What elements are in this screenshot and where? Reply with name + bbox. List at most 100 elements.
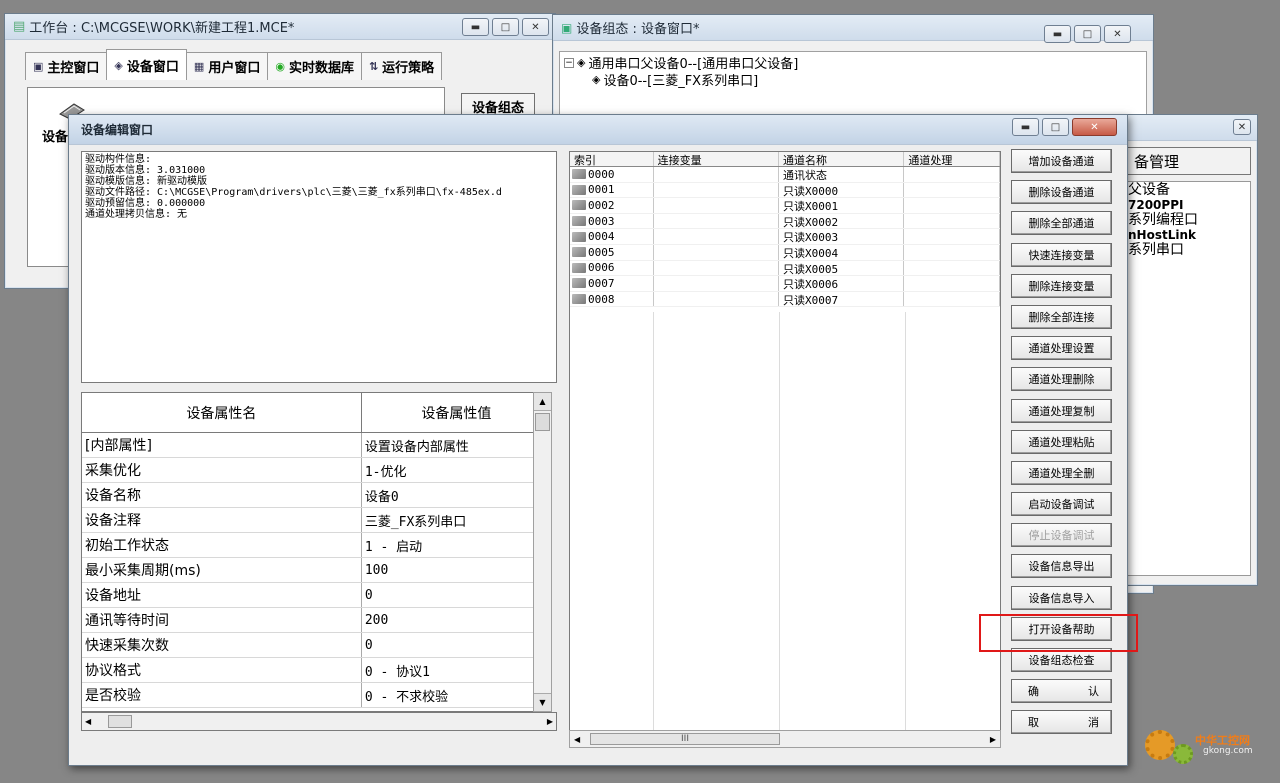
list-item[interactable]: 系列串口 xyxy=(1128,242,1250,258)
property-value-cell[interactable]: 三菱_FX系列串口 xyxy=(362,508,551,532)
maximize-button[interactable]: □ xyxy=(492,18,519,36)
table-row[interactable]: 初始工作状态 1 - 启动 xyxy=(82,533,551,558)
scroll-thumb[interactable] xyxy=(535,413,550,431)
delete-all-channels-button[interactable]: 删除全部通道 xyxy=(1011,211,1112,236)
channel-processing-cell[interactable] xyxy=(904,291,1000,307)
table-row[interactable]: 是否校验 0 - 不求校验 xyxy=(82,683,551,708)
table-row[interactable]: 0003 只读X0002 xyxy=(570,213,1000,230)
scroll-down-icon[interactable]: ▼ xyxy=(534,693,551,711)
table-row[interactable]: 0008 只读X0007 xyxy=(570,291,1000,308)
property-value-cell[interactable]: 0 - 不求校验 xyxy=(362,683,551,707)
confirm-button[interactable]: 确认 xyxy=(1011,679,1112,704)
add-channel-button[interactable]: 增加设备通道 xyxy=(1011,149,1112,173)
import-device-info-button[interactable]: 设备信息导入 xyxy=(1011,585,1112,610)
table-row[interactable]: 0006 只读X0005 xyxy=(570,260,1000,277)
tab-run-strategy[interactable]: ⇅ 运行策略 xyxy=(360,52,443,80)
property-value-cell[interactable]: 0 xyxy=(362,633,551,657)
export-device-info-button[interactable]: 设备信息导出 xyxy=(1011,554,1112,579)
minimize-button[interactable]: ▬ xyxy=(1012,118,1039,136)
tree-node-parent[interactable]: − ◈ 通用串口父设备0--[通用串口父设备] xyxy=(564,54,1142,72)
tab-device-window[interactable]: ◈ 设备窗口 xyxy=(106,49,187,80)
channel-processing-cell[interactable] xyxy=(904,213,1000,229)
cancel-button[interactable]: 取消 xyxy=(1011,710,1112,735)
channel-processing-delete-button[interactable]: 通道处理删除 xyxy=(1011,367,1112,392)
maximize-button[interactable]: □ xyxy=(1042,118,1069,136)
channel-processing-cell[interactable] xyxy=(904,182,1000,198)
channel-processing-cell[interactable] xyxy=(904,260,1000,276)
channel-variable-cell[interactable] xyxy=(654,291,780,307)
table-row[interactable]: [内部属性] 设置设备内部属性 xyxy=(82,433,551,458)
property-vertical-scrollbar[interactable]: ▲ ▼ xyxy=(533,392,552,712)
channel-variable-cell[interactable] xyxy=(654,276,780,291)
delete-channel-button[interactable]: 删除设备通道 xyxy=(1011,180,1112,205)
channel-processing-paste-button[interactable]: 通道处理粘贴 xyxy=(1011,429,1112,454)
table-row[interactable]: 协议格式 0 - 协议1 xyxy=(82,658,551,683)
channel-processing-delete-all-button[interactable]: 通道处理全删 xyxy=(1011,460,1112,485)
tree-node-child[interactable]: ◈ 设备0--[三菱_FX系列串口] xyxy=(564,71,1142,89)
maximize-button[interactable]: □ xyxy=(1074,25,1101,43)
table-row[interactable]: 设备注释 三菱_FX系列串口 xyxy=(82,508,551,533)
channel-variable-cell[interactable] xyxy=(654,213,780,229)
channel-processing-copy-button[interactable]: 通道处理复制 xyxy=(1011,398,1112,423)
column-header-processing[interactable]: 通道处理 xyxy=(904,152,1000,166)
tab-user-window[interactable]: ▦ 用户窗口 xyxy=(185,52,269,80)
property-value-cell[interactable]: 200 xyxy=(362,608,551,632)
scroll-thumb[interactable]: III xyxy=(590,733,780,745)
tab-realtime-db[interactable]: ◉ 实时数据库 xyxy=(267,52,362,80)
scroll-right-icon[interactable]: ▶ xyxy=(990,735,996,744)
table-row[interactable]: 0001 只读X0000 xyxy=(570,182,1000,199)
channel-processing-cell[interactable] xyxy=(904,276,1000,291)
column-header-index[interactable]: 索引 xyxy=(570,152,654,166)
list-item[interactable]: 7200PPI xyxy=(1128,198,1250,212)
close-button[interactable]: ✕ xyxy=(1072,118,1117,136)
close-button[interactable]: ✕ xyxy=(1104,25,1131,43)
list-item[interactable]: 父设备 xyxy=(1128,182,1250,198)
table-row[interactable]: 0000 通讯状态 xyxy=(570,167,1000,183)
channel-processing-cell[interactable] xyxy=(904,198,1000,213)
scroll-up-icon[interactable]: ▲ xyxy=(534,393,551,411)
quick-connect-variable-button[interactable]: 快速连接变量 xyxy=(1011,242,1112,267)
table-row[interactable]: 设备名称 设备0 xyxy=(82,483,551,508)
channel-variable-cell[interactable] xyxy=(654,260,780,276)
channel-processing-cell[interactable] xyxy=(904,244,1000,260)
property-value-cell[interactable]: 1-优化 xyxy=(362,458,551,482)
table-row[interactable]: 采集优化 1-优化 xyxy=(82,458,551,483)
scroll-right-icon[interactable]: ▶ xyxy=(547,717,553,726)
scroll-left-icon[interactable]: ◀ xyxy=(85,717,91,726)
channel-processing-cell[interactable] xyxy=(904,167,1000,182)
channel-processing-cell[interactable] xyxy=(904,229,1000,244)
channel-variable-cell[interactable] xyxy=(654,198,780,213)
column-header-variable[interactable]: 连接变量 xyxy=(654,152,780,166)
property-value-cell[interactable]: 100 xyxy=(362,558,551,582)
minimize-button[interactable]: ▬ xyxy=(1044,25,1071,43)
property-value-cell[interactable]: 1 - 启动 xyxy=(362,533,551,557)
channel-variable-cell[interactable] xyxy=(654,244,780,260)
channel-variable-cell[interactable] xyxy=(654,182,780,198)
table-row[interactable]: 0004 只读X0003 xyxy=(570,229,1000,245)
column-header-prop-value[interactable]: 设备属性值 xyxy=(362,393,551,432)
tab-main-window[interactable]: ▣ 主控窗口 xyxy=(25,52,108,80)
channel-variable-cell[interactable] xyxy=(654,167,780,182)
property-value-cell[interactable]: 0 xyxy=(362,583,551,607)
property-value-cell[interactable]: 0 - 协议1 xyxy=(362,658,551,682)
channel-processing-settings-button[interactable]: 通道处理设置 xyxy=(1011,336,1112,361)
property-value-cell[interactable]: 设备0 xyxy=(362,483,551,507)
column-header-prop-name[interactable]: 设备属性名 xyxy=(82,393,362,432)
table-row[interactable]: 最小采集周期(ms) 100 xyxy=(82,558,551,583)
table-row[interactable]: 0005 只读X0004 xyxy=(570,244,1000,261)
property-horizontal-scrollbar[interactable]: ◀ ▶ xyxy=(81,712,557,731)
scroll-left-icon[interactable]: ◀ xyxy=(574,735,580,744)
channel-variable-cell[interactable] xyxy=(654,229,780,244)
property-value-cell[interactable]: 设置设备内部属性 xyxy=(362,433,551,457)
table-row[interactable]: 0007 只读X0006 xyxy=(570,276,1000,292)
table-row[interactable]: 设备地址 0 xyxy=(82,583,551,608)
delete-connect-variable-button[interactable]: 删除连接变量 xyxy=(1011,273,1112,298)
table-row[interactable]: 快速采集次数 0 xyxy=(82,633,551,658)
scroll-thumb[interactable] xyxy=(108,715,132,728)
list-item[interactable]: 系列编程口 xyxy=(1128,212,1250,228)
channel-horizontal-scrollbar[interactable]: ◀ III ▶ xyxy=(569,730,1001,748)
delete-all-connections-button[interactable]: 删除全部连接 xyxy=(1011,304,1112,329)
table-row[interactable]: 通讯等待时间 200 xyxy=(82,608,551,633)
device-edit-titlebar[interactable]: 设备编辑窗口 xyxy=(69,115,1127,145)
collapse-icon[interactable]: − xyxy=(564,57,574,68)
